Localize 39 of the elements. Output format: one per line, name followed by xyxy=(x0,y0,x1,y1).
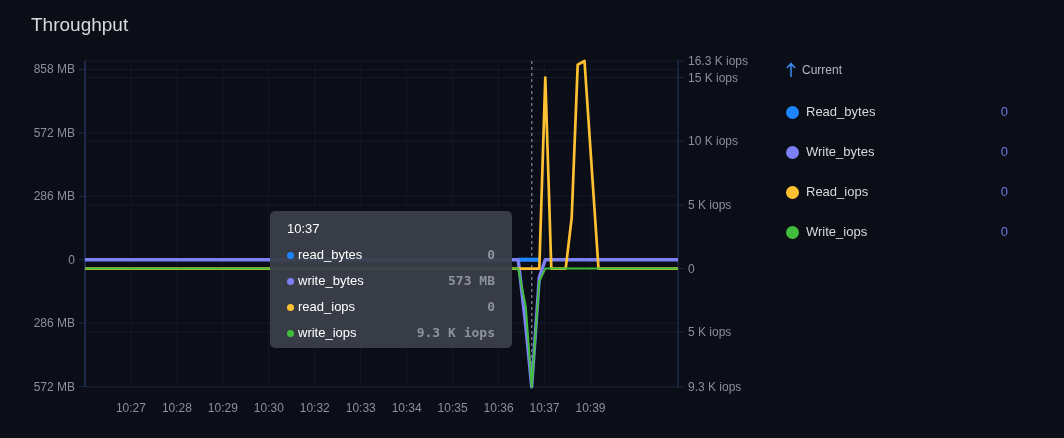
legend-value: 0 xyxy=(1000,183,1008,202)
axis-label: 10:35 xyxy=(437,401,468,415)
legend-value: 0 xyxy=(1000,103,1008,122)
tooltip-title: 10:37 xyxy=(287,220,321,238)
legend-value: 0 xyxy=(1000,143,1008,162)
axis-label: 5 K iops xyxy=(688,197,732,212)
series-name: read_iops xyxy=(298,298,356,317)
legend-header: Current xyxy=(802,62,842,79)
series-name: read_bytes xyxy=(298,246,363,265)
axis-label: 0 xyxy=(688,261,695,276)
axis-label: 10:28 xyxy=(161,401,192,415)
series-value: 573 MB xyxy=(448,272,495,291)
axis-label: 10:29 xyxy=(207,401,238,415)
series-value: 0 xyxy=(487,246,495,265)
axis-label: 286 MB xyxy=(33,316,75,331)
series-value: 0 xyxy=(487,298,495,317)
axis-label: 10 K iops xyxy=(688,134,739,149)
axis-label: 10:34 xyxy=(391,401,422,415)
series-name: write_iops xyxy=(298,324,357,343)
axis-label: 16.3 K iops xyxy=(688,54,749,68)
axis-label: 10:33 xyxy=(345,401,376,415)
series-value: 9.3 K iops xyxy=(416,324,495,343)
axis-label: 0 xyxy=(68,252,75,267)
axis-label: 9.3 K iops xyxy=(688,380,742,394)
axis-label: 5 K iops xyxy=(688,325,732,340)
axis-label: 10:32 xyxy=(299,401,330,415)
axis-label: 10:27 xyxy=(115,401,146,415)
axis-label: 10:39 xyxy=(575,401,606,415)
axis-label: 858 MB xyxy=(33,62,75,77)
axis-label: 10:36 xyxy=(483,401,514,415)
panel-title: Throughput xyxy=(31,14,129,35)
axis-label: 572 MB xyxy=(33,125,75,140)
axis-label: 10:37 xyxy=(529,401,560,415)
series-name: write_bytes xyxy=(298,272,364,291)
legend-value: 0 xyxy=(1000,223,1008,242)
axis-label: 572 MB xyxy=(33,379,75,394)
axis-label: 10:30 xyxy=(253,401,284,415)
axis-label: 15 K iops xyxy=(688,70,739,85)
axis-label: 286 MB xyxy=(33,189,75,204)
